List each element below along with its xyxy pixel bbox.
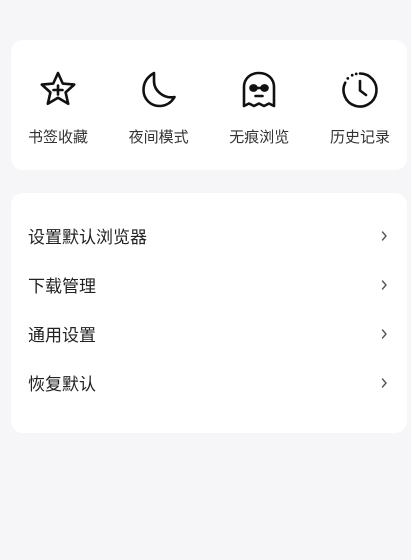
incognito-label: 无痕浏览 <box>229 128 290 146</box>
bookmarks-label: 书签收藏 <box>27 128 88 146</box>
set-default-browser-label: 设置默认浏览器 <box>28 228 147 248</box>
restore-defaults-item[interactable]: 恢复默认 <box>11 358 407 407</box>
chevron-right-icon <box>379 229 389 243</box>
set-default-browser-item[interactable]: 设置默认浏览器 <box>11 211 407 260</box>
star-icon <box>36 68 80 112</box>
night-mode-button[interactable]: 夜间模式 <box>109 68 209 147</box>
ghost-icon <box>237 68 281 112</box>
general-settings-item[interactable]: 通用设置 <box>11 309 407 358</box>
history-clock-icon <box>338 68 382 112</box>
restore-defaults-label: 恢复默认 <box>28 375 96 395</box>
settings-menu-card: 设置默认浏览器 下载管理 通用设置 恢复默认 <box>11 193 407 433</box>
download-manager-label: 下载管理 <box>28 277 96 297</box>
bookmarks-button[interactable]: 书签收藏 <box>8 68 108 147</box>
history-label: 历史记录 <box>329 128 390 146</box>
night-mode-label: 夜间模式 <box>128 128 189 146</box>
quick-actions-row: 书签收藏 夜间模式 无痕浏览 历史记录 <box>8 40 410 147</box>
download-manager-item[interactable]: 下载管理 <box>11 260 407 309</box>
history-button[interactable]: 历史记录 <box>310 68 410 147</box>
chevron-right-icon <box>379 376 389 390</box>
incognito-button[interactable]: 无痕浏览 <box>209 68 309 147</box>
moon-icon <box>137 68 181 112</box>
chevron-right-icon <box>379 278 389 292</box>
settings-menu-list: 设置默认浏览器 下载管理 通用设置 恢复默认 <box>11 193 407 407</box>
general-settings-label: 通用设置 <box>28 326 96 346</box>
chevron-right-icon <box>379 327 389 341</box>
quick-actions-card: 书签收藏 夜间模式 无痕浏览 历史记录 <box>11 40 407 170</box>
